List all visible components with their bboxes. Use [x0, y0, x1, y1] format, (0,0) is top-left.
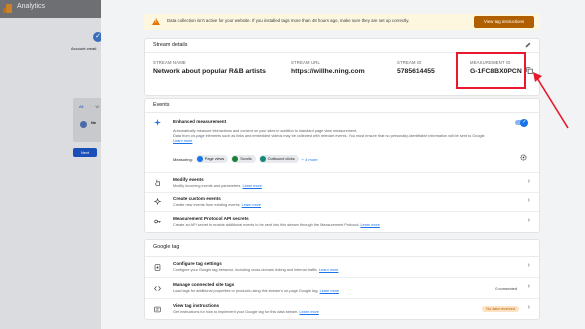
learn-more-link[interactable]: Learn more — [299, 310, 318, 314]
stream-url-value: https://willhe.ning.com — [291, 68, 365, 75]
google-tag-heading: Google tag — [153, 244, 180, 250]
chip-label: Outbound clicks — [267, 157, 295, 161]
chevron-right-icon: › — [527, 262, 530, 269]
chevron-right-icon: › — [527, 217, 530, 224]
tab-all: All — [79, 104, 84, 109]
modify-events-row[interactable]: Modify events Modify incoming events and… — [145, 173, 539, 193]
manage-connected-site-tags-desc: Load tags for additional properties or p… — [173, 289, 339, 293]
outbound-clicks-icon — [259, 156, 266, 162]
warning-icon — [152, 18, 160, 25]
enhanced-measurement-title: Enhanced measurement — [173, 119, 227, 124]
manage-connected-site-tags-row[interactable]: Manage connected site tags Load tags for… — [145, 278, 539, 299]
desc-text: Get instructions for how to implement yo… — [173, 310, 299, 314]
platform-item-label: Ne — [91, 120, 97, 125]
edit-pencil-icon[interactable] — [525, 42, 531, 48]
analytics-logo-icon — [3, 4, 12, 13]
configure-tag-settings-row[interactable]: Configure tag settings Configure your Go… — [145, 257, 539, 278]
configure-tag-settings-title: Configure tag settings — [173, 261, 222, 266]
measuring-chips: Measuring: Page views Scrolls Outbound c… — [173, 155, 318, 163]
view-tag-instructions-button[interactable]: View tag instructions — [474, 16, 534, 28]
chip-label: Scrolls — [240, 157, 252, 161]
page-views-icon — [196, 156, 203, 162]
stream-id-value: 5785614455 — [397, 68, 435, 75]
scrolls-icon — [232, 156, 239, 162]
step-label: Account creati — [71, 46, 97, 51]
stream-details-heading: Stream details — [153, 42, 188, 48]
platform-item-icon — [80, 121, 87, 128]
app-title: Analytics — [17, 3, 46, 10]
stream-id-label: STREAM ID — [397, 60, 422, 65]
chip-scrolls: Scrolls — [231, 155, 256, 163]
enhanced-measurement-row: Enhanced measurement Automatically measu… — [145, 113, 539, 173]
chevron-right-icon: › — [527, 304, 530, 311]
chip-outbound-clicks: Outbound clicks — [258, 155, 299, 163]
stream-name-value: Network about popular R&B artists — [153, 68, 266, 75]
gear-icon[interactable] — [520, 154, 527, 161]
modify-events-title: Modify events — [173, 177, 204, 182]
stream-id-field: STREAM ID 5785614455 — [397, 60, 435, 75]
create-custom-events-desc: Create new events from existing events. … — [173, 203, 261, 207]
manage-connected-site-tags-title: Manage connected site tags — [173, 282, 235, 287]
desc-text: Load tags for additional properties or p… — [173, 289, 319, 293]
stream-url-field: STREAM URL https://willhe.ning.com — [291, 60, 365, 75]
key-icon — [154, 219, 161, 224]
sparkle-icon — [154, 119, 161, 126]
instructions-icon — [154, 306, 161, 313]
learn-more-link[interactable]: Learn more — [360, 223, 379, 227]
chevron-right-icon: › — [527, 283, 530, 290]
chevron-right-icon: › — [527, 197, 530, 204]
connected-count: 0 connected — [495, 286, 517, 291]
measurement-protocol-desc: Create an API secret to enable additiona… — [173, 223, 380, 227]
learn-more-link[interactable]: Learn more — [320, 289, 339, 293]
measurement-protocol-row[interactable]: Measurement Protocol API secrets Create … — [145, 212, 539, 232]
desc-text: Modify incoming events and parameters. — [173, 184, 242, 188]
enhanced-measurement-desc-1: Automatically measure interactions and c… — [173, 129, 358, 133]
events-card: Events Enhanced measurement Automaticall… — [144, 98, 540, 233]
enhanced-measurement-learn-more[interactable]: Learn more — [173, 139, 192, 143]
next-button: Next — [73, 148, 97, 157]
chip-page-views: Page views — [195, 155, 229, 163]
measurement-id-highlight-box — [456, 52, 526, 89]
web-stream-details-drawer: Data collection isn't active for your we… — [101, 0, 585, 329]
measuring-label: Measuring: — [173, 156, 193, 162]
view-tag-instructions-desc: Get instructions for how to implement yo… — [173, 310, 319, 314]
no-data-received-badge: No data received — [482, 306, 519, 312]
touch-icon — [155, 179, 160, 186]
stream-name-label: STREAM NAME — [153, 60, 186, 65]
learn-more-link[interactable]: Learn more — [242, 203, 261, 207]
learn-more-link[interactable]: Learn more — [319, 268, 338, 272]
data-collection-alert: Data collection isn't active for your we… — [144, 14, 540, 30]
toggle-check-icon: ✓ — [522, 118, 527, 125]
desc-text: Create an API secret to enable additiona… — [173, 223, 360, 227]
stream-name-field: STREAM NAME Network about popular R&B ar… — [153, 60, 266, 75]
modify-events-desc: Modify incoming events and parameters. L… — [173, 184, 262, 188]
stream-url-label: STREAM URL — [291, 60, 320, 65]
learn-more-link[interactable]: Learn more — [242, 184, 261, 188]
google-tag-card: Google tag Configure tag settings Config… — [144, 239, 540, 320]
events-heading: Events — [153, 102, 170, 108]
more-events-link[interactable]: + 4 more — [302, 157, 318, 162]
create-custom-events-title: Create custom events — [173, 196, 221, 201]
desc-text: Create new events from existing events. — [173, 203, 241, 207]
sparkle-add-icon — [154, 198, 161, 205]
configure-tag-settings-desc: Configure your Google tag behavior, incl… — [173, 268, 338, 272]
code-icon — [154, 286, 161, 291]
chevron-right-icon: › — [527, 178, 530, 185]
tag-settings-icon — [154, 264, 161, 271]
alert-text: Data collection isn't active for your we… — [167, 18, 410, 23]
view-tag-instructions-row[interactable]: View tag instructions Get instructions f… — [145, 299, 539, 320]
chip-label: Page views — [204, 157, 225, 161]
enhanced-measurement-desc-2: Data from on-page elements such as links… — [173, 134, 486, 138]
view-tag-instructions-title: View tag instructions — [173, 303, 220, 308]
create-custom-events-row[interactable]: Create custom events Create new events f… — [145, 193, 539, 212]
measurement-protocol-title: Measurement Protocol API secrets — [173, 216, 249, 221]
desc-text: Configure your Google tag behavior, incl… — [173, 268, 318, 272]
tab-web: W — [95, 104, 100, 109]
